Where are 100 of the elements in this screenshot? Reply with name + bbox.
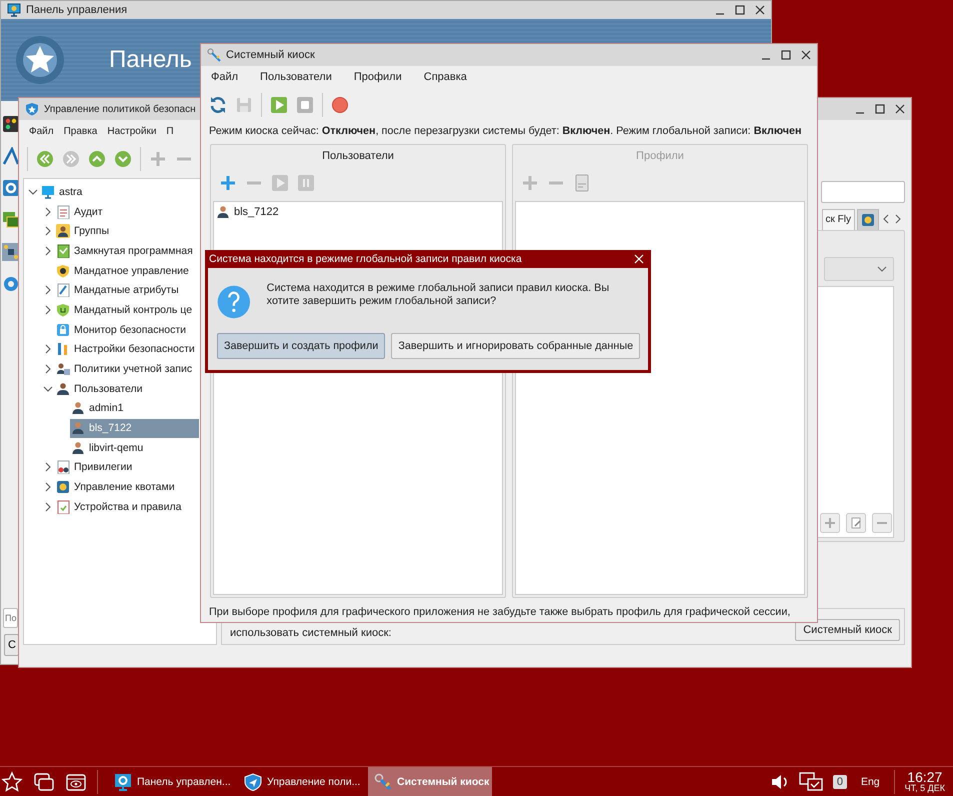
dialog-button[interactable]: Завершить и игнорировать собранные данные (391, 333, 640, 359)
refresh-icon[interactable] (209, 96, 227, 114)
window-title: Панель управления (26, 4, 128, 16)
panel-title: Профили (635, 149, 685, 164)
keys-icon (207, 48, 221, 62)
close-icon[interactable] (755, 5, 765, 15)
shield-icon (56, 264, 70, 278)
windows-icon[interactable] (33, 770, 55, 792)
menu-item[interactable]: Файл (211, 71, 238, 83)
user-icon (71, 440, 85, 455)
tree-item[interactable]: Мандатный контроль це (55, 300, 192, 320)
tree-item[interactable]: Политики учетной запис (55, 360, 192, 379)
menu-item[interactable]: П (166, 126, 174, 136)
monitor-check-icon[interactable] (798, 772, 823, 792)
notification-count[interactable]: 0 (832, 774, 847, 788)
input-field[interactable] (821, 181, 905, 203)
status-text: Режим киоска сейчас: Отключен, после перезагрузки системы будет: Включен. Режим глобальной записи: Включен (208, 124, 802, 139)
star-emblem-icon (15, 35, 65, 85)
app-tile-icon (2, 115, 20, 133)
menu-item[interactable]: Правка (64, 126, 98, 136)
add-icon[interactable] (219, 174, 237, 192)
user-icon (56, 382, 70, 396)
keys-icon (374, 772, 392, 790)
chevron-icon[interactable] (43, 285, 53, 296)
shield-icon (56, 302, 70, 317)
lock-icon (56, 322, 70, 337)
menu-item[interactable]: Справка (424, 71, 467, 83)
tree-item[interactable]: libvirt-qemu (70, 438, 144, 458)
maximize-icon[interactable] (735, 5, 745, 15)
maximize-icon[interactable] (781, 50, 791, 60)
chevron-icon[interactable] (43, 462, 53, 472)
taskbar-button[interactable]: Управление поли... (238, 767, 362, 796)
user-icon (56, 362, 70, 376)
tree-item[interactable]: Аудит (55, 202, 103, 222)
user-icon (216, 204, 230, 218)
window-title: Системный киоск (226, 49, 315, 61)
action-button[interactable]: С (4, 634, 19, 656)
user-icon (71, 421, 85, 436)
chevron-icon[interactable] (43, 344, 53, 354)
tree-item[interactable]: Управление квотами (55, 478, 175, 497)
chevron-icon[interactable] (43, 502, 53, 512)
tab[interactable]: ск Fly (822, 208, 855, 230)
monitor-icon (41, 184, 55, 199)
window-title: Управление политикой безопасн (44, 104, 196, 114)
chevron-icon[interactable] (43, 304, 53, 315)
tree-item[interactable]: Группы (55, 222, 109, 241)
close-icon[interactable] (801, 50, 811, 60)
tree-item[interactable]: admin1 (70, 398, 124, 418)
tree-item[interactable]: astra (40, 182, 82, 202)
menu-item[interactable]: Пользователи (260, 71, 332, 83)
chevron-icon[interactable] (43, 246, 53, 256)
dialog-button[interactable]: Завершить и создать профили (217, 333, 386, 359)
record-icon[interactable] (331, 96, 349, 114)
tree-item[interactable]: Пользователи (55, 379, 143, 398)
document-icon (56, 460, 70, 474)
document-icon (56, 500, 70, 514)
star-icon[interactable] (1, 770, 23, 792)
hint-text: При выборе профиля для графического приложения не забудьте также выбрать профиль для графической сессии, (208, 605, 792, 620)
user-icon (71, 401, 85, 416)
scroll-right-icon[interactable] (893, 213, 903, 225)
panel-title: Пользователи (321, 149, 395, 164)
taskbar-button[interactable]: Системный киоск (368, 767, 492, 796)
tree-item[interactable]: Привилегии (55, 458, 132, 477)
search-field[interactable]: По (3, 608, 18, 628)
chevron-down-icon (877, 265, 887, 273)
clock-date[interactable]: ЧТ, 5 ДЕК (904, 784, 945, 793)
dialog-message: Система находится в режиме глобальной записи правил киоска. Вы хотите завершить режим глобальной записи? (266, 281, 610, 308)
tree-item[interactable]: Замкнутая программная (55, 241, 193, 260)
document-icon (56, 283, 70, 298)
clock-time[interactable]: 16:27 (907, 770, 942, 784)
monitor-icon (7, 3, 21, 17)
document-icon (56, 204, 70, 219)
chevron-icon[interactable] (43, 226, 53, 236)
tree-item[interactable]: Устройства и правила (55, 497, 182, 516)
banner-title: Панель (109, 46, 192, 74)
close-icon[interactable] (895, 104, 905, 114)
tree-item[interactable]: Мандатное управление (55, 261, 189, 280)
shield-icon (244, 772, 262, 790)
tree-item[interactable]: Настройки безопасности (55, 340, 195, 359)
tree-item[interactable]: Монитор безопасности (55, 320, 186, 340)
chevron-icon[interactable] (43, 364, 53, 374)
monitor-icon (114, 772, 132, 790)
document-icon (56, 244, 70, 258)
chevron-icon[interactable] (43, 206, 53, 217)
kiosk-button[interactable]: Системный киоск (795, 619, 900, 641)
tree-item[interactable]: Мандатные атрибуты (55, 280, 179, 300)
chevron-icon[interactable] (28, 186, 38, 197)
taskbar-button[interactable]: Панель управлен... (108, 767, 232, 796)
keyboard-layout[interactable]: Eng (860, 776, 880, 788)
chevron-icon[interactable] (43, 384, 53, 394)
chevron-icon[interactable] (43, 482, 53, 492)
shield-icon (25, 102, 39, 116)
maximize-icon[interactable] (875, 104, 885, 114)
menu-item[interactable]: Настройки (107, 126, 156, 136)
list-item[interactable]: bls_7122 (214, 202, 502, 221)
menu-item[interactable]: Профили (354, 71, 402, 83)
user-icon (56, 224, 70, 238)
scroll-left-icon[interactable] (881, 213, 891, 225)
menu-item[interactable]: Файл (29, 126, 54, 136)
tab[interactable] (857, 208, 879, 230)
